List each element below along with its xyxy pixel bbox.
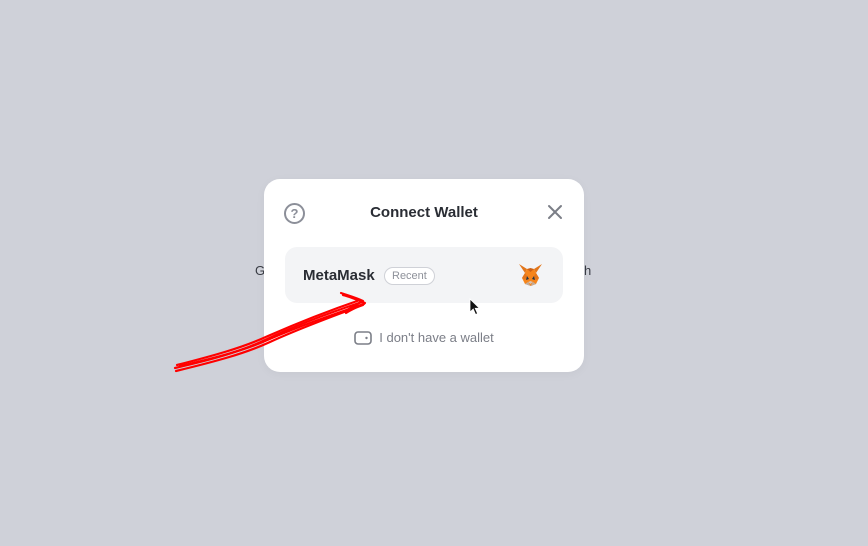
close-icon [548, 205, 562, 219]
wallet-icon [354, 330, 373, 345]
no-wallet-label: I don't have a wallet [379, 330, 494, 345]
background-text-right: h [584, 263, 592, 278]
modal-title: Connect Wallet [370, 204, 478, 221]
wallet-name: MetaMask [303, 267, 375, 284]
wallet-option-metamask[interactable]: MetaMask Recent [285, 247, 563, 303]
connect-wallet-modal: ? Connect Wallet MetaMask Recent I don't… [264, 179, 584, 372]
no-wallet-link[interactable]: I don't have a wallet [264, 330, 584, 345]
close-button[interactable] [546, 203, 564, 221]
metamask-fox-icon [519, 264, 542, 286]
modal-header: ? Connect Wallet [264, 179, 584, 247]
mouse-cursor-icon [469, 298, 481, 316]
recent-badge: Recent [384, 267, 435, 285]
